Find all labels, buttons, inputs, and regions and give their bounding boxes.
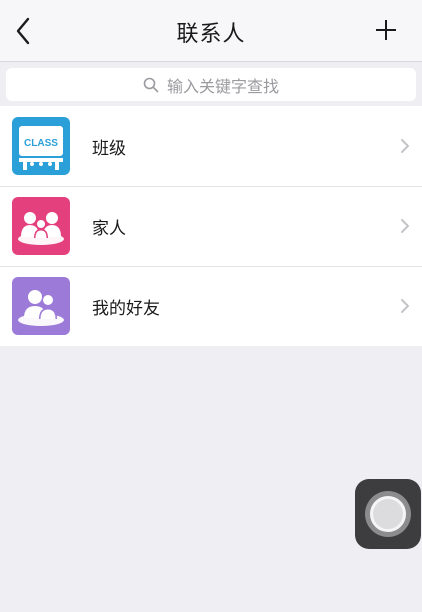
list-item-label: 家人 <box>92 218 126 239</box>
assistive-touch-icon <box>365 491 411 537</box>
chevron-right-icon <box>400 218 410 234</box>
family-icon <box>12 197 70 255</box>
search-input[interactable]: 输入关键字查找 <box>6 68 416 101</box>
plus-icon <box>376 20 396 40</box>
list-item-class[interactable]: CLASS 班级 <box>0 106 422 186</box>
search-placeholder: 输入关键字查找 <box>166 76 279 96</box>
search-bar-container: 输入关键字查找 <box>0 62 422 108</box>
list-item-label: 班级 <box>92 138 126 159</box>
assistive-touch-button[interactable] <box>355 479 421 549</box>
friends-icon <box>12 277 70 335</box>
list-item-label: 我的好友 <box>92 298 160 319</box>
add-contact-button[interactable] <box>374 18 398 42</box>
chevron-right-icon <box>400 138 410 154</box>
chevron-right-icon <box>400 298 410 314</box>
page-title: 联系人 <box>176 22 246 47</box>
contact-groups-list: CLASS 班级 家人 我的好友 <box>0 106 422 346</box>
search-icon <box>143 77 159 93</box>
svg-text:CLASS: CLASS <box>24 138 58 149</box>
list-item-friends[interactable]: 我的好友 <box>0 266 422 346</box>
class-board-icon: CLASS <box>12 117 70 175</box>
navigation-bar: 联系人 <box>0 0 422 62</box>
list-item-family[interactable]: 家人 <box>0 186 422 266</box>
